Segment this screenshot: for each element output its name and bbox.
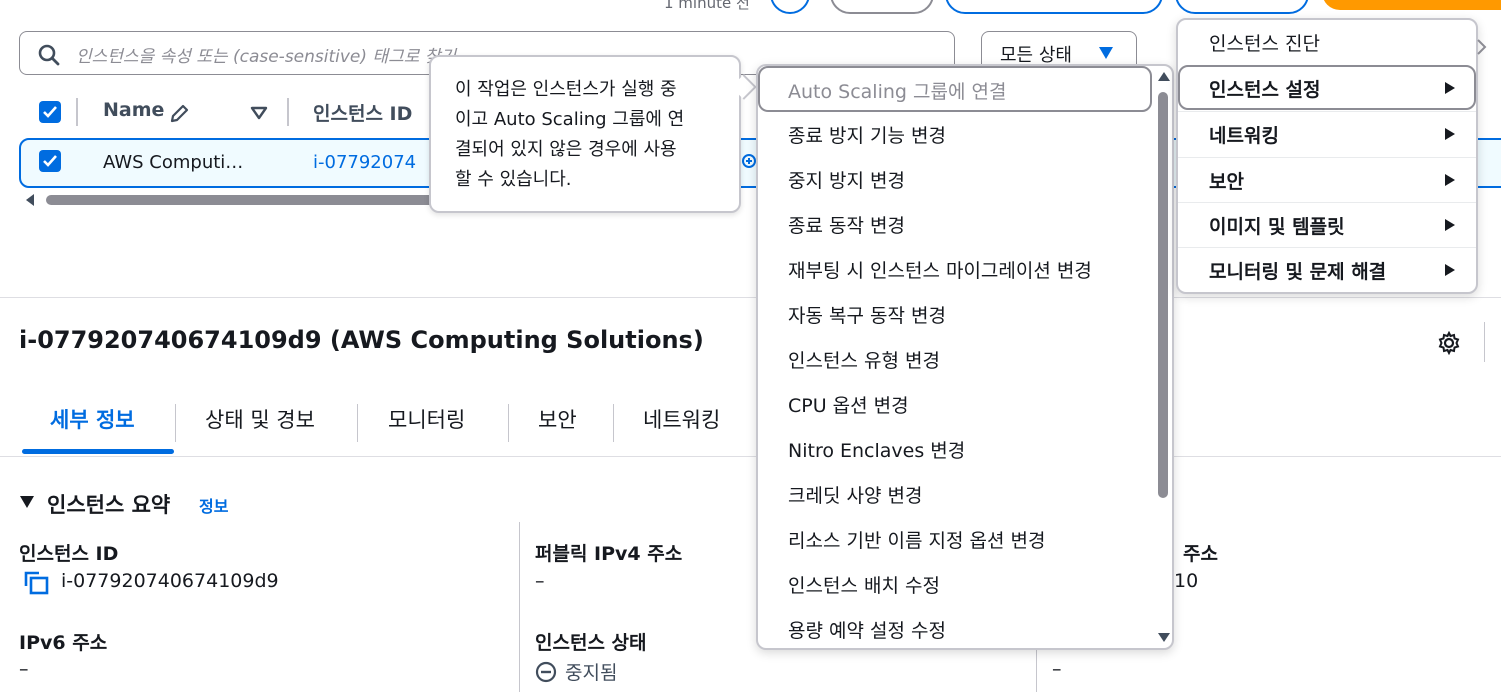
tab-status-alarms[interactable]: 상태 및 경보 xyxy=(205,404,315,434)
horizontal-scrollbar-thumb[interactable] xyxy=(46,195,446,205)
row-name: AWS Computi… xyxy=(103,152,244,173)
caret-right-icon xyxy=(1445,264,1455,276)
launch-instances-button[interactable] xyxy=(1322,0,1501,10)
ipv6-value: – xyxy=(19,658,29,680)
caret-down-icon[interactable] xyxy=(19,495,35,509)
check-icon xyxy=(43,106,57,118)
menu-item-label: 인스턴스 설정 xyxy=(1209,79,1321,101)
row-checkbox[interactable] xyxy=(39,150,61,172)
menu-item-stop-protection[interactable]: 중지 방지 변경 xyxy=(788,166,905,193)
private-ip-label: 주소 xyxy=(1183,543,1218,565)
menu-item-images-templates[interactable]: 이미지 및 템플릿 xyxy=(1178,202,1476,247)
caret-down-icon xyxy=(1099,47,1113,59)
active-tab-indicator xyxy=(22,449,174,454)
menu-item-monitor-troubleshoot[interactable]: 모니터링 및 문제 해결 xyxy=(1178,247,1476,292)
menu-item-shutdown-behavior[interactable]: 종료 동작 변경 xyxy=(788,211,905,238)
column-header-name[interactable]: Name xyxy=(103,99,164,121)
check-icon xyxy=(43,155,57,167)
instance-detail-title: i-077920740674109d9 (AWS Computing Solut… xyxy=(19,326,704,354)
ipv6-label: IPv6 주소 xyxy=(19,632,108,654)
tab-security[interactable]: 보안 xyxy=(538,404,577,434)
caret-right-icon xyxy=(1445,128,1455,140)
tab-details[interactable]: 세부 정보 xyxy=(50,404,135,434)
stopped-icon xyxy=(535,661,557,683)
scroll-left-arrow-icon[interactable] xyxy=(24,193,36,207)
menu-item-capacity-reservation[interactable]: 용량 예약 설정 수정 xyxy=(788,616,946,643)
edit-pencil-icon[interactable] xyxy=(168,103,190,125)
tab-separator xyxy=(613,404,614,442)
instance-state-button[interactable] xyxy=(945,0,1163,14)
menu-item-cpu-options[interactable]: CPU 옵션 변경 xyxy=(788,391,909,418)
column-divider xyxy=(519,522,520,692)
menu-item-label: 네트워킹 xyxy=(1209,125,1279,147)
caret-right-icon xyxy=(1445,174,1455,186)
column-header-instance-id[interactable]: 인스턴스 ID xyxy=(313,99,412,126)
tab-monitoring[interactable]: 모니터링 xyxy=(388,404,465,434)
instance-state-value: 중지됨 xyxy=(565,662,618,684)
select-all-checkbox[interactable] xyxy=(39,101,61,123)
refresh-button[interactable] xyxy=(770,0,810,14)
menu-item-placement[interactable]: 인스턴스 배치 수정 xyxy=(788,571,940,598)
search-placeholder: 인스턴스을 속성 또는 (case-sensitive) 태그로 찾기 xyxy=(76,47,457,67)
menu-item-security[interactable]: 보안 xyxy=(1178,157,1476,202)
tab-networking[interactable]: 네트워킹 xyxy=(643,404,720,434)
header-divider xyxy=(76,98,78,126)
header-divider xyxy=(287,98,289,126)
menu-item-label: 인스턴스 진단 xyxy=(1209,33,1320,55)
menu-item-credit-spec[interactable]: 크레딧 사양 변경 xyxy=(788,481,922,508)
gear-icon[interactable] xyxy=(1437,331,1461,355)
caret-right-icon xyxy=(1445,219,1455,231)
menu-item-label: 이미지 및 템플릿 xyxy=(1209,216,1345,238)
tab-separator xyxy=(175,404,176,442)
menu-item-label: 모니터링 및 문제 해결 xyxy=(1209,261,1387,283)
vertical-scrollbar-thumb[interactable] xyxy=(1158,92,1168,498)
scroll-down-arrow-icon[interactable] xyxy=(1157,632,1171,644)
divider xyxy=(0,456,1501,457)
actions-button[interactable] xyxy=(1175,0,1309,14)
instance-id-value: i-077920740674109d9 xyxy=(61,570,279,592)
instance-state-label: 인스턴스 상태 xyxy=(535,632,647,654)
row-instance-id-link[interactable]: i-07792074 xyxy=(313,152,416,173)
divider xyxy=(1484,322,1485,362)
menu-item-resource-naming[interactable]: 리소스 기반 이름 지정 옵션 변경 xyxy=(788,526,1045,553)
connect-button[interactable] xyxy=(830,0,934,14)
last-updated-text: 1 minute 전 xyxy=(664,0,750,12)
tooltip-text: 이 작업은 인스턴스가 실행 중 이고 Auto Scaling 그룹에 연 결… xyxy=(455,79,685,190)
search-icon xyxy=(38,44,60,66)
menu-item-auto-recovery[interactable]: 자동 복구 동작 변경 xyxy=(788,301,946,328)
section-title: 인스턴스 요약 xyxy=(47,493,171,517)
public-ipv4-label: 퍼블릭 IPv4 주소 xyxy=(535,543,683,565)
divider xyxy=(0,297,1501,298)
menu-item-instance-type[interactable]: 인스턴스 유형 변경 xyxy=(788,346,940,373)
menu-item-instance-diagnostics[interactable]: 인스턴스 진단 xyxy=(1178,20,1476,65)
menu-item-label: 보안 xyxy=(1209,171,1244,193)
third-column-value: – xyxy=(1052,658,1062,680)
menu-item-termination-protection[interactable]: 종료 방지 기능 변경 xyxy=(788,121,946,148)
actions-dropdown-menu: 인스턴스 진단 인스턴스 설정 네트워킹 보안 이미지 및 템플릿 모니터링 및… xyxy=(1176,18,1478,294)
public-ipv4-value: – xyxy=(535,570,545,592)
tab-separator xyxy=(357,404,358,442)
info-link[interactable]: 정보 xyxy=(199,493,228,517)
sort-down-icon[interactable] xyxy=(250,106,268,120)
scroll-up-arrow-icon[interactable] xyxy=(1157,70,1171,82)
menu-item-networking[interactable]: 네트워킹 xyxy=(1178,111,1476,156)
chevron-right-icon[interactable] xyxy=(1476,38,1488,56)
copy-icon[interactable] xyxy=(24,571,50,595)
menu-item-reboot-migration[interactable]: 재부팅 시 인스턴스 마이그레이션 변경 xyxy=(788,256,1092,283)
caret-right-icon xyxy=(1445,82,1455,94)
tab-separator xyxy=(508,404,509,442)
menu-item-instance-settings[interactable]: 인스턴스 설정 xyxy=(1178,65,1476,110)
menu-item-attach-asg[interactable]: Auto Scaling 그룹에 연결 xyxy=(788,77,1006,104)
instance-id-label: 인스턴스 ID xyxy=(19,543,119,565)
tooltip: 이 작업은 인스턴스가 실행 중 이고 Auto Scaling 그룹에 연 결… xyxy=(429,55,741,213)
instance-settings-submenu: Auto Scaling 그룹에 연결 종료 방지 기능 변경 중지 방지 변경… xyxy=(756,64,1174,650)
menu-item-nitro-enclaves[interactable]: Nitro Enclaves 변경 xyxy=(788,436,965,463)
private-ip-value: 10 xyxy=(1174,570,1199,592)
